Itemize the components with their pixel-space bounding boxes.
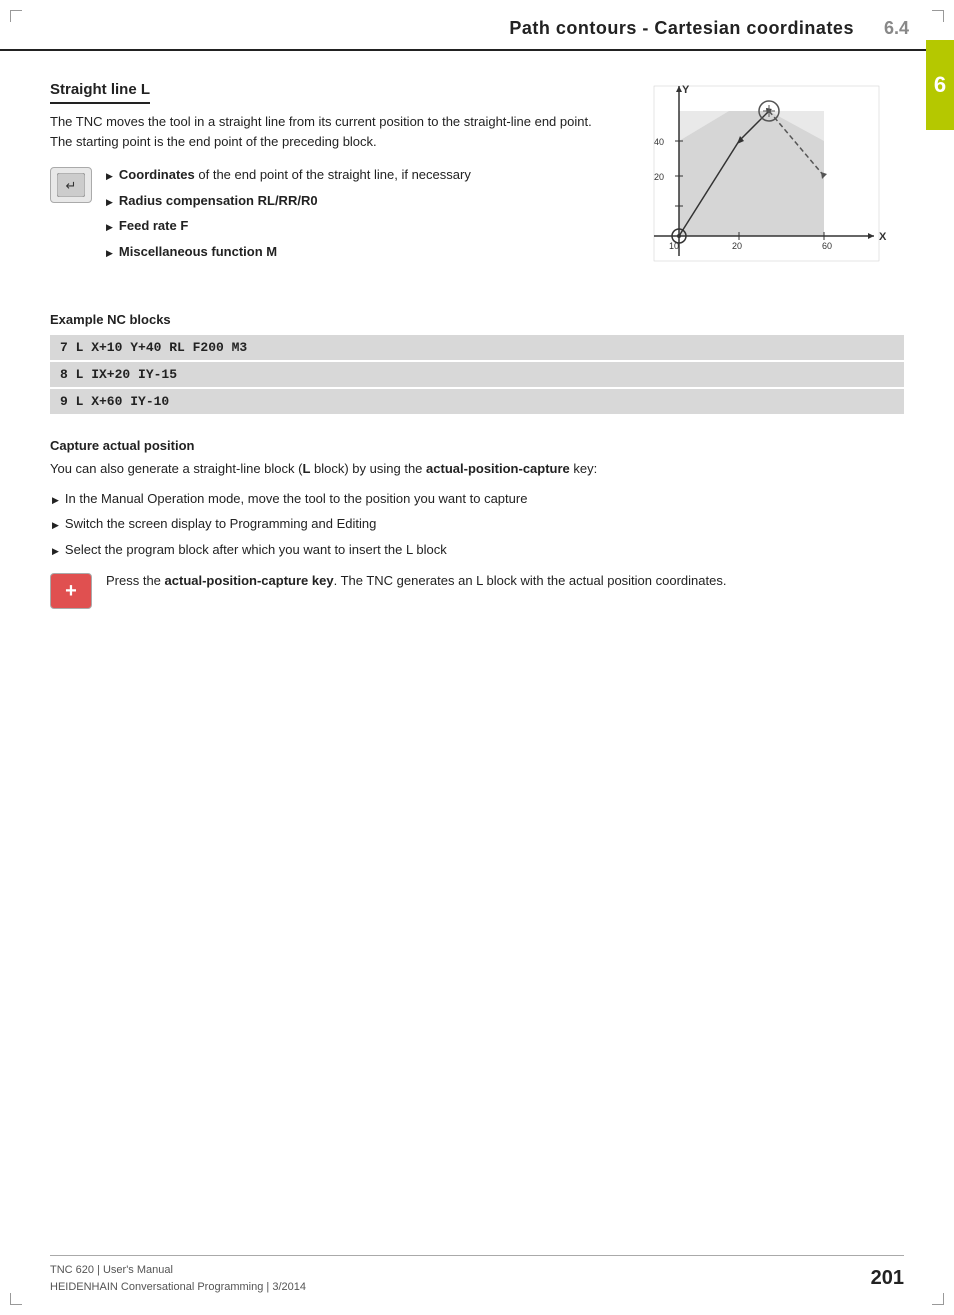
step-2: Switch the screen display to Programming…: [50, 514, 904, 534]
svg-text:Y: Y: [682, 84, 690, 96]
press-text: Press the actual-position-capture key. T…: [106, 571, 726, 591]
bullet-item-4: Miscellaneous function M: [106, 242, 471, 262]
capture-key-suffix: key:: [570, 461, 597, 476]
bullet-item-3: Feed rate F: [106, 216, 471, 236]
footer-line2: HEIDENHAIN Conversational Programming | …: [50, 1279, 306, 1296]
footer-page-number: 201: [871, 1267, 904, 1290]
press-prefix: Press the: [106, 573, 165, 588]
steps-list: In the Manual Operation mode, move the t…: [50, 489, 904, 560]
intro-text: The TNC moves the tool in a straight lin…: [50, 112, 604, 151]
bullet-item-2: Radius compensation RL/RR/R0: [106, 191, 471, 211]
chapter-tab: 6: [926, 40, 954, 130]
footer-line1: TNC 620 | User's Manual: [50, 1262, 306, 1279]
capture-section: Capture actual position You can also gen…: [50, 438, 904, 609]
step-1: In the Manual Operation mode, move the t…: [50, 489, 904, 509]
nc-block-2: 8 L IX+20 IY-15: [50, 362, 904, 387]
section-title: Straight line L: [50, 81, 150, 104]
svg-text:40: 40: [654, 137, 664, 147]
svg-text:20: 20: [654, 172, 664, 182]
page-footer: TNC 620 | User's Manual HEIDENHAIN Conve…: [50, 1255, 904, 1295]
chapter-number: 6: [934, 72, 946, 98]
press-rest: . The TNC generates an L block with the …: [334, 573, 727, 588]
key-row-plus: + Press the actual-position-capture key.…: [50, 571, 904, 609]
example-title: Example NC blocks: [50, 312, 904, 327]
bullet-rest-1: of the end point of the straight line, i…: [195, 167, 471, 182]
nc-block-3: 9 L X+60 IY-10: [50, 389, 904, 414]
bullet-bold-2: Radius compensation RL/RR/R0: [119, 191, 318, 211]
bullet-bold-4: Miscellaneous function M: [119, 242, 277, 262]
corner-mark-tr: [932, 10, 944, 22]
key-row-main: ↵ Coordinates of the end point of the st…: [50, 165, 604, 267]
corner-mark-tl: [10, 10, 22, 22]
nc-block-1: 7 L X+10 Y+40 RL F200 M3: [50, 335, 904, 360]
svg-text:↵: ↵: [66, 178, 77, 193]
capture-intro: You can also generate a straight-line bl…: [50, 459, 904, 479]
footer-left: TNC 620 | User's Manual HEIDENHAIN Conve…: [50, 1262, 306, 1295]
bullet-bold-3: Feed rate F: [119, 216, 188, 236]
page-header: Path contours - Cartesian coordinates 6.…: [0, 0, 954, 51]
header-section: 6.4: [884, 18, 909, 39]
plus-icon: +: [65, 580, 77, 603]
svg-text:60: 60: [822, 241, 832, 251]
bullet-item-1: Coordinates of the end point of the stra…: [106, 165, 471, 185]
capture-title: Capture actual position: [50, 438, 904, 453]
press-bold: actual-position-capture key: [165, 573, 334, 588]
main-content: Straight line L The TNC moves the tool i…: [0, 81, 954, 609]
step-3: Select the program block after which you…: [50, 540, 904, 560]
capture-key-text: actual-position-capture: [426, 461, 570, 476]
key-icon-arrow: ↵: [50, 167, 92, 203]
corner-mark-br: [932, 1293, 944, 1305]
svg-text:X: X: [879, 231, 887, 243]
diagram-svg: X Y 20 40 10 20 60: [624, 81, 894, 281]
left-column: Straight line L The TNC moves the tool i…: [50, 81, 604, 279]
plus-key-icon: +: [50, 573, 92, 609]
svg-text:20: 20: [732, 241, 742, 251]
right-column: X Y 20 40 10 20 60: [624, 81, 904, 284]
capture-intro-rest: block) by using the: [310, 461, 422, 476]
header-title: Path contours - Cartesian coordinates: [509, 18, 854, 39]
corner-mark-bl: [10, 1293, 22, 1305]
example-section: Example NC blocks 7 L X+10 Y+40 RL F200 …: [50, 312, 904, 414]
capture-intro-text: You can also generate a straight-line bl…: [50, 461, 302, 476]
bullet-list: Coordinates of the end point of the stra…: [106, 165, 471, 267]
bullet-bold-1: Coordinates: [119, 167, 195, 182]
two-col-layout: Straight line L The TNC moves the tool i…: [50, 81, 904, 284]
